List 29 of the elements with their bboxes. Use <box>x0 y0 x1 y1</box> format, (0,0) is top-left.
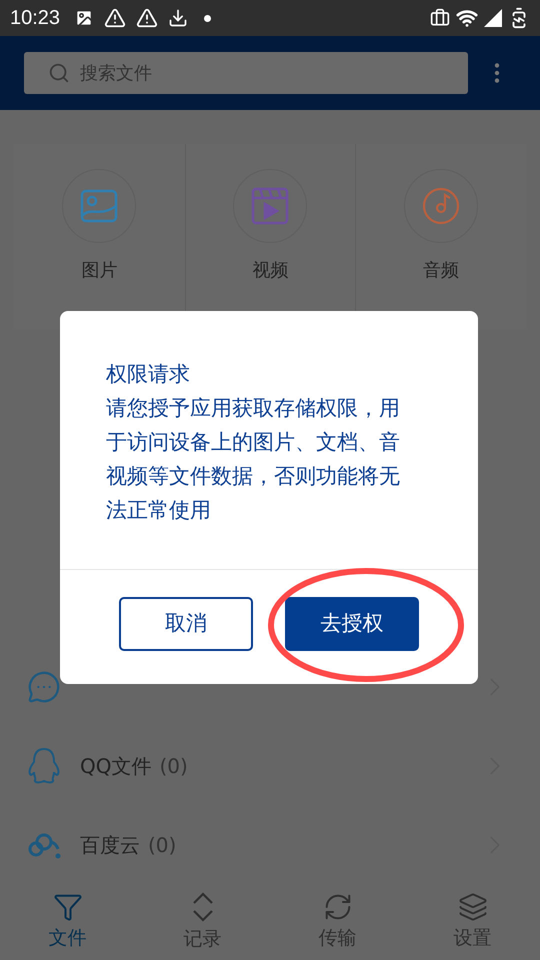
category-button[interactable] <box>233 169 308 243</box>
nav-tab[interactable]: 文件 <box>0 884 135 960</box>
up-down-chevrons-icon <box>190 890 214 923</box>
download-icon <box>168 8 188 28</box>
category-button[interactable] <box>62 169 136 243</box>
dialog-title: 权限请求 <box>106 361 191 388</box>
source-name: 百度云 <box>80 832 140 858</box>
briefcase-icon <box>430 8 450 28</box>
chat-bubble-icon <box>27 670 61 704</box>
category-label: 音频 <box>423 259 460 283</box>
dialog-message: 请您授予应用获取存储权限，用于访问设备上的图片、文档、音视频等文件数据，否则功能将无法正常使用 <box>106 395 401 524</box>
picture-frame-icon <box>79 188 120 224</box>
penguin-outline-icon <box>26 746 62 784</box>
wifi-icon <box>456 7 478 29</box>
warning-icon <box>104 7 126 29</box>
status-time: 10:23 <box>10 6 60 31</box>
source-name: QQ文件 <box>80 752 152 780</box>
category-label: 图片 <box>81 259 118 283</box>
signal-icon <box>484 9 502 27</box>
clapperboard-icon <box>250 186 290 226</box>
search-icon <box>48 62 70 84</box>
music-disc-icon <box>421 186 462 226</box>
linked-circles-icon <box>27 830 61 858</box>
authorize-button[interactable]: 去授权 <box>285 597 419 651</box>
layers-icon <box>458 892 488 922</box>
cancel-button[interactable]: 取消 <box>119 597 253 651</box>
category-button[interactable] <box>404 169 478 243</box>
warning-icon <box>136 7 158 29</box>
category-label: 视频 <box>252 259 288 283</box>
